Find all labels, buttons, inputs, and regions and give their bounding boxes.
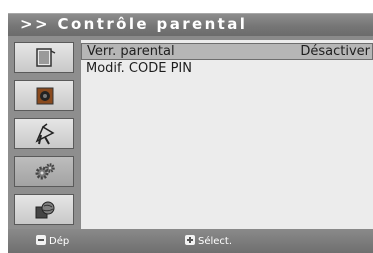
gears-icon <box>35 163 55 180</box>
page-title: >> Contrôle parental <box>20 15 248 33</box>
hint-move: Dép <box>36 235 69 247</box>
speaker-icon <box>36 87 54 105</box>
sidebar-item-sound[interactable] <box>14 80 74 111</box>
globe-icon <box>35 201 55 219</box>
footer-hint-bar: Dép Sélect. <box>8 229 373 253</box>
hint-move-label: Dép <box>49 236 70 247</box>
tv-screen-icon <box>36 48 56 67</box>
up-down-icon <box>36 235 46 245</box>
menu-item-label: Modif. CODE PIN <box>86 61 192 76</box>
category-sidebar <box>8 36 80 229</box>
sidebar-item-settings[interactable] <box>14 156 74 187</box>
hint-select-label: Sélect. <box>198 236 233 247</box>
select-icon <box>185 235 195 245</box>
satellite-antenna-icon <box>35 123 55 145</box>
title-bar: >> Contrôle parental <box>8 13 373 36</box>
sidebar-item-picture[interactable] <box>14 42 74 73</box>
sidebar-item-channel[interactable] <box>14 118 74 149</box>
menu-item-value: Désactiver <box>300 44 370 59</box>
menu-item-label: Verr. parental <box>87 44 175 59</box>
hint-select: Sélect. <box>185 235 232 247</box>
menu-item-change-pin[interactable]: Modif. CODE PIN <box>81 61 373 78</box>
parental-control-screen: >> Contrôle parental Verr. parental Désa… <box>0 0 373 253</box>
menu-item-parental-lock[interactable]: Verr. parental Désactiver <box>81 43 373 60</box>
sidebar-item-network[interactable] <box>14 194 74 225</box>
menu-panel: Verr. parental Désactiver Modif. CODE PI… <box>81 40 373 229</box>
